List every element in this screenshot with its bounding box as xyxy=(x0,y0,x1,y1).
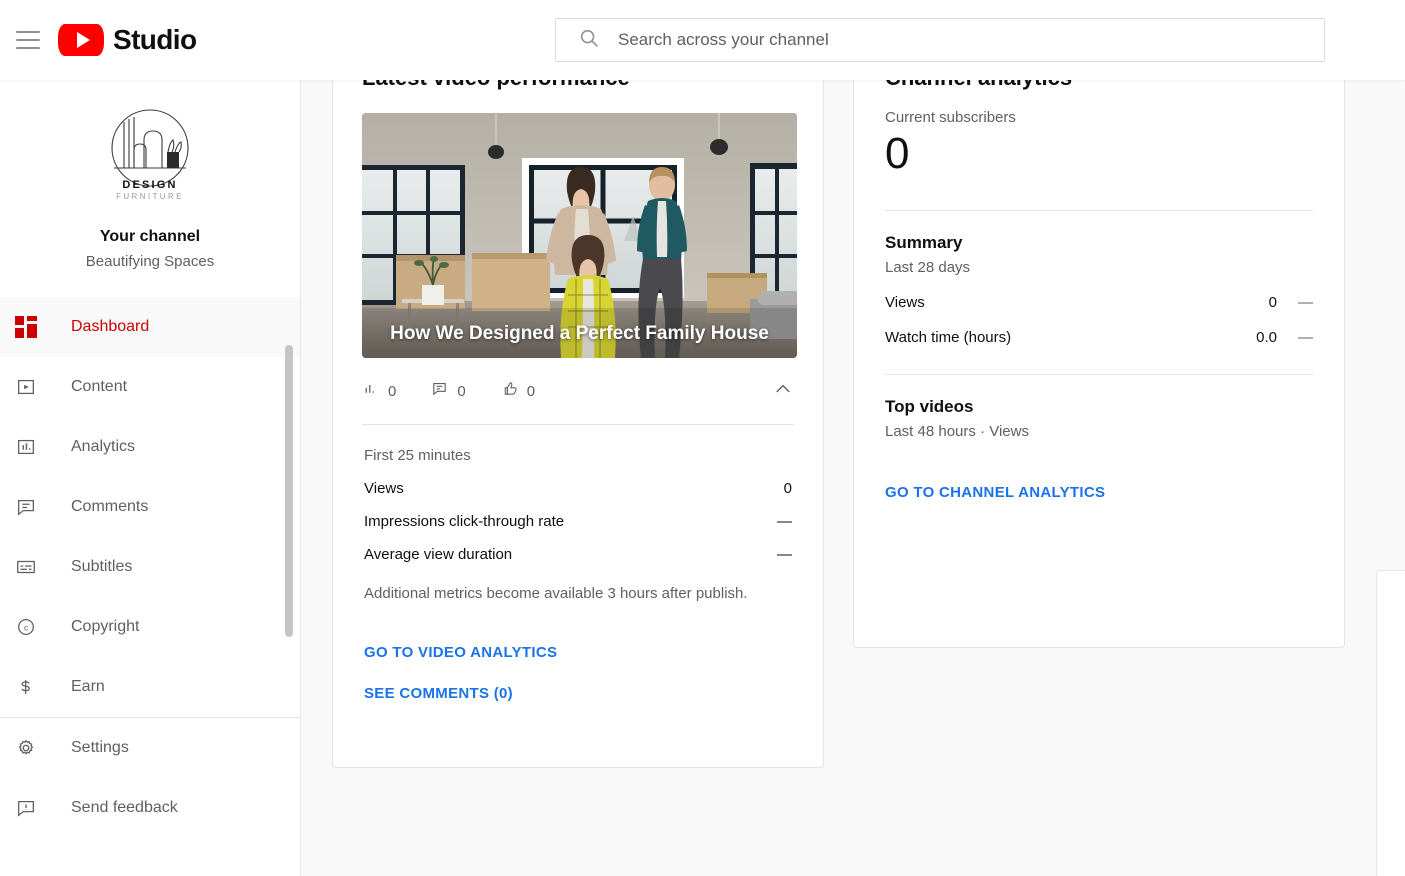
summary-row-delta: — xyxy=(1277,329,1313,346)
summary-row: Watch time (hours) 0.0 — xyxy=(885,311,1313,346)
summary-title: Summary xyxy=(885,233,1344,253)
main-content: Latest video performance xyxy=(301,80,1405,876)
views-stat[interactable]: 0 xyxy=(362,380,396,402)
sidebar-item-label: Send feedback xyxy=(71,799,178,817)
analytics-divider xyxy=(885,374,1313,375)
sidebar-item-content[interactable]: Content xyxy=(0,357,300,417)
sidebar-item-comments[interactable]: Comments xyxy=(0,477,300,537)
metric-label: Impressions click-through rate xyxy=(364,513,564,530)
thumbs-up-icon xyxy=(501,380,518,402)
sidebar-item-dashboard[interactable]: Dashboard xyxy=(0,297,300,357)
comments-stat[interactable]: 0 xyxy=(431,380,465,402)
sidebar: DESIGN FURNITURE Your channel Beautifyin… xyxy=(0,80,301,876)
search-input[interactable] xyxy=(618,20,1308,60)
metric-value: — xyxy=(777,546,792,563)
summary-row-value: 0 xyxy=(1217,294,1277,311)
period-label: First 25 minutes xyxy=(364,447,823,464)
app-header: Studio xyxy=(0,0,1405,80)
sidebar-item-label: Comments xyxy=(71,498,148,516)
metric-label: Average view duration xyxy=(364,546,512,563)
svg-text:DESIGN: DESIGN xyxy=(122,179,177,191)
sidebar-scrollbar-thumb[interactable] xyxy=(285,345,293,637)
summary-period: Last 28 days xyxy=(885,259,1344,276)
hamburger-menu-icon[interactable] xyxy=(16,31,40,49)
go-to-video-analytics-link[interactable]: GO TO VIDEO ANALYTICS xyxy=(364,644,823,661)
metric-label: Views xyxy=(364,480,404,497)
card-title: Latest video performance xyxy=(333,80,823,91)
comment-icon xyxy=(431,380,448,402)
sidebar-item-settings[interactable]: Settings xyxy=(0,718,300,778)
video-thumbnail[interactable]: How We Designed a Perfect Family House xyxy=(362,113,797,358)
sidebar-item-label: Settings xyxy=(71,739,129,757)
likes-stat[interactable]: 0 xyxy=(501,380,535,402)
top-videos-period: Last 48 hours · Views xyxy=(885,423,1344,440)
sidebar-item-label: Content xyxy=(71,378,127,396)
see-comments-link[interactable]: SEE COMMENTS (0) xyxy=(364,685,823,702)
sidebar-item-label: Earn xyxy=(71,678,105,696)
go-to-channel-analytics-link[interactable]: GO TO CHANNEL ANALYTICS xyxy=(885,484,1344,501)
brand-label: Studio xyxy=(113,24,197,56)
youtube-play-icon xyxy=(58,24,104,56)
channel-block: DESIGN FURNITURE Your channel Beautifyin… xyxy=(0,80,300,270)
summary-row-delta: — xyxy=(1277,294,1313,311)
analytics-divider xyxy=(885,210,1313,211)
channel-analytics-card: Channel analytics Current subscribers 0 … xyxy=(853,80,1345,648)
channel-label: Your channel xyxy=(0,228,300,246)
offscreen-partial-card xyxy=(1376,570,1405,876)
sidebar-item-label: Analytics xyxy=(71,438,135,456)
sidebar-item-copyright[interactable]: c Copyright xyxy=(0,597,300,657)
earn-dollar-icon xyxy=(0,676,52,698)
content-video-icon xyxy=(0,376,52,398)
metric-row: Views 0 xyxy=(364,464,792,497)
sidebar-nav: Dashboard Content Analytics xyxy=(0,297,300,838)
search-icon xyxy=(578,27,600,54)
sidebar-item-earn[interactable]: Earn xyxy=(0,657,300,717)
svg-text:FURNITURE: FURNITURE xyxy=(116,192,184,201)
analytics-bars-icon xyxy=(0,436,52,458)
sidebar-item-send-feedback[interactable]: Send feedback xyxy=(0,778,300,838)
channel-name: Beautifying Spaces xyxy=(0,253,300,270)
sidebar-item-analytics[interactable]: Analytics xyxy=(0,417,300,477)
svg-text:c: c xyxy=(24,623,28,632)
sidebar-item-label: Subtitles xyxy=(71,558,132,576)
search-bar[interactable] xyxy=(555,18,1325,62)
card-title: Channel analytics xyxy=(854,80,1344,91)
views-bars-icon xyxy=(362,380,379,402)
feedback-icon xyxy=(0,797,52,819)
metrics-note: Additional metrics become available 3 ho… xyxy=(364,585,792,602)
metric-row: Impressions click-through rate — xyxy=(364,497,792,530)
comments-stat-value: 0 xyxy=(457,383,465,400)
summary-row: Views 0 — xyxy=(885,276,1313,311)
dashboard-icon xyxy=(0,316,52,338)
likes-stat-value: 0 xyxy=(527,383,535,400)
metric-value: — xyxy=(777,513,792,530)
views-stat-value: 0 xyxy=(388,383,396,400)
sidebar-item-label: Copyright xyxy=(71,618,139,636)
comments-bubble-icon xyxy=(0,496,52,518)
summary-row-label: Views xyxy=(885,294,1217,311)
summary-row-label: Watch time (hours) xyxy=(885,329,1217,346)
copyright-icon: c xyxy=(0,616,52,638)
card-divider xyxy=(362,424,794,425)
subscribers-label: Current subscribers xyxy=(885,109,1344,126)
sidebar-scrollbar[interactable] xyxy=(285,345,293,637)
latest-video-performance-card: Latest video performance xyxy=(332,80,824,768)
subtitles-icon xyxy=(0,556,52,578)
thumbnail-title: How We Designed a Perfect Family House xyxy=(362,323,797,345)
thumbnail-image xyxy=(362,113,797,358)
summary-row-value: 0.0 xyxy=(1217,329,1277,346)
sidebar-item-label: Dashboard xyxy=(71,318,149,336)
subscribers-value: 0 xyxy=(885,130,1344,178)
sidebar-item-subtitles[interactable]: Subtitles xyxy=(0,537,300,597)
chevron-up-icon[interactable] xyxy=(769,375,797,408)
top-videos-title: Top videos xyxy=(885,397,1344,417)
metric-value: 0 xyxy=(784,480,792,497)
design-furniture-channel-avatar[interactable]: DESIGN FURNITURE xyxy=(96,102,204,210)
metric-row: Average view duration — xyxy=(364,530,792,563)
gear-icon xyxy=(0,737,52,759)
studio-logo[interactable]: Studio xyxy=(58,24,197,56)
video-stats-row: 0 0 0 xyxy=(362,376,797,406)
